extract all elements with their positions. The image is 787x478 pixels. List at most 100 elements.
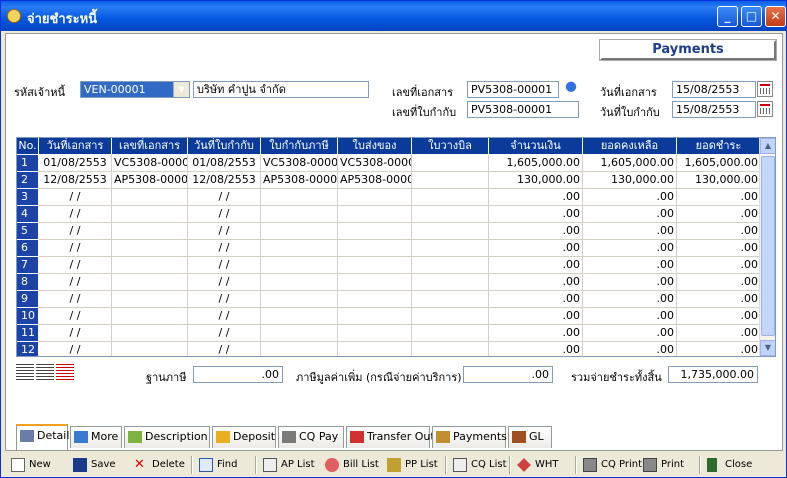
grid-cell[interactable] (338, 325, 412, 342)
grid-column-header[interactable]: ใบกำกับภาษี (261, 138, 338, 154)
grid-cell[interactable] (261, 257, 338, 274)
grid-cell[interactable]: / / (188, 206, 261, 223)
grid-cell[interactable]: .00 (583, 291, 677, 308)
grid-cell[interactable] (412, 291, 489, 308)
grid-cell[interactable]: .00 (677, 240, 761, 257)
grid-cell[interactable]: AP5308-00001 (338, 172, 412, 189)
calendar-icon[interactable] (757, 101, 773, 117)
tab-payments[interactable]: Payments (432, 426, 507, 448)
grid-cell[interactable]: 1,605,000.00 (583, 155, 677, 172)
grid-cell[interactable]: .00 (677, 308, 761, 325)
grid-cell[interactable] (338, 223, 412, 240)
grid-cell[interactable]: / / (188, 189, 261, 206)
grid-cell[interactable]: 1,605,000.00 (677, 155, 761, 172)
creditor-name-field[interactable]: บริษัท คำปูน จำกัด (193, 81, 369, 98)
print-button[interactable]: Print (643, 457, 684, 473)
grid-cell[interactable]: / / (39, 206, 112, 223)
grid-cell[interactable]: 01/08/2553 (188, 155, 261, 172)
grid-cell[interactable] (412, 172, 489, 189)
grid-cell[interactable] (261, 223, 338, 240)
grid-cell[interactable]: .00 (489, 240, 583, 257)
grid-cell[interactable]: 130,000.00 (583, 172, 677, 189)
tab-gl[interactable]: GL (508, 426, 552, 448)
grid-cell[interactable]: / / (188, 240, 261, 257)
grid-cell[interactable] (338, 206, 412, 223)
grid-cell[interactable] (338, 257, 412, 274)
doc-no-field[interactable]: PV5308-00001 (467, 81, 559, 98)
grid-cell[interactable]: .00 (583, 342, 677, 356)
grid-cell[interactable]: / / (39, 291, 112, 308)
grid-cell[interactable]: / / (39, 240, 112, 257)
delete-button[interactable]: ✕ Delete (134, 457, 185, 473)
grid-cell[interactable]: AP5308-00001 (261, 172, 338, 189)
grid-cell[interactable] (412, 325, 489, 342)
grid-column-header[interactable]: ยอดคงเหลือ (583, 138, 677, 154)
grid-cell[interactable] (261, 274, 338, 291)
grid-cell[interactable]: .00 (489, 308, 583, 325)
grid-cell[interactable] (412, 223, 489, 240)
grid-cell[interactable]: .00 (583, 274, 677, 291)
calendar-icon[interactable] (757, 81, 773, 97)
tab-cq-pay[interactable]: CQ Pay (278, 426, 344, 448)
grid-column-header[interactable]: No. (17, 138, 39, 154)
insert-row-icon[interactable] (16, 364, 34, 381)
new-button[interactable]: New (11, 457, 51, 473)
grid-cell[interactable] (261, 291, 338, 308)
grid-cell[interactable]: .00 (583, 189, 677, 206)
cq-print-button[interactable]: CQ Print (583, 457, 642, 473)
grid-cell[interactable]: .00 (677, 189, 761, 206)
grid-cell[interactable]: 130,000.00 (489, 172, 583, 189)
grid-cell[interactable]: AP5308-00001 (112, 172, 188, 189)
grid-cell[interactable]: .00 (489, 257, 583, 274)
grid-cell[interactable]: / / (39, 189, 112, 206)
close-window-button[interactable]: ✕ (765, 6, 786, 27)
grid-cell[interactable] (412, 189, 489, 206)
grid-cell[interactable]: VC5308-00001 (261, 155, 338, 172)
grid-cell[interactable] (338, 342, 412, 356)
grid-cell[interactable]: .00 (489, 274, 583, 291)
grid-cell[interactable] (261, 325, 338, 342)
grid-cell[interactable] (112, 206, 188, 223)
grid-cell[interactable]: .00 (583, 206, 677, 223)
save-button[interactable]: Save (73, 457, 116, 473)
grid-cell[interactable] (112, 223, 188, 240)
clear-rows-icon[interactable] (56, 364, 74, 381)
grid-cell[interactable] (338, 189, 412, 206)
grid-cell[interactable]: VC5308-00001 (112, 155, 188, 172)
delete-row-icon[interactable] (36, 364, 54, 381)
wht-button[interactable]: WHT (517, 457, 559, 473)
bill-list-button[interactable]: Bill List (325, 457, 379, 473)
scroll-thumb[interactable] (761, 156, 775, 336)
grid-cell[interactable]: / / (39, 257, 112, 274)
doc-date-field[interactable]: 15/08/2553 (672, 81, 756, 98)
grid-cell[interactable]: .00 (583, 223, 677, 240)
grid-cell[interactable] (412, 155, 489, 172)
grid-cell[interactable]: .00 (489, 291, 583, 308)
grid-cell[interactable] (112, 342, 188, 356)
find-button[interactable]: Find (199, 457, 238, 473)
tab-detail[interactable]: Detail (16, 424, 69, 450)
grid-cell[interactable] (112, 291, 188, 308)
grid-cell[interactable] (412, 308, 489, 325)
tab-transfer-out[interactable]: Transfer Out (346, 426, 435, 448)
grid-cell[interactable] (112, 308, 188, 325)
creditor-code-select[interactable]: VEN-00001 ▼ (80, 81, 190, 98)
grid-cell[interactable]: / / (39, 342, 112, 356)
grid-cell[interactable] (112, 189, 188, 206)
tab-description[interactable]: Description (124, 426, 210, 448)
grid-cell[interactable] (112, 240, 188, 257)
grid-cell[interactable] (412, 257, 489, 274)
grid-cell[interactable]: .00 (583, 257, 677, 274)
ap-list-button[interactable]: AP List (263, 457, 315, 473)
grid-cell[interactable]: / / (188, 308, 261, 325)
grid-cell[interactable] (412, 240, 489, 257)
tab-deposit[interactable]: Deposit (212, 426, 276, 448)
grid-column-header[interactable]: วันที่ใบกำกับ (188, 138, 261, 154)
grid-cell[interactable] (338, 274, 412, 291)
grid-cell[interactable]: .00 (677, 257, 761, 274)
vat-field[interactable]: .00 (463, 366, 553, 383)
close-button[interactable]: Close (707, 457, 752, 473)
grid-cell[interactable]: .00 (677, 291, 761, 308)
grid-column-header[interactable]: ยอดชำระ (677, 138, 761, 154)
grid-column-header[interactable]: จำนวนเงิน (489, 138, 583, 154)
